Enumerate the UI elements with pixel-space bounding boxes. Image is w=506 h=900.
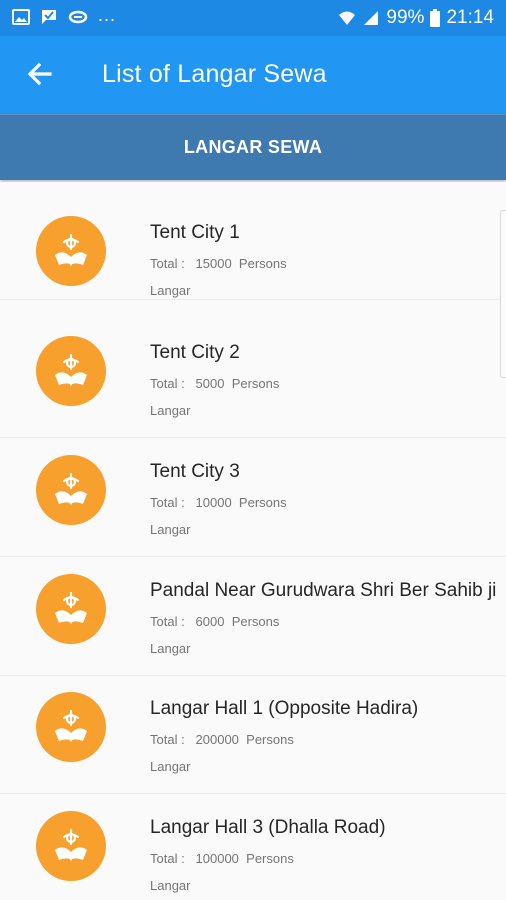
- item-title: Tent City 1: [150, 222, 240, 243]
- item-total: Total : 6000 Persons: [150, 614, 279, 629]
- list-item[interactable]: Tent City 2 Total : 5000 Persons Langar: [0, 320, 506, 438]
- notification-icons: ...: [12, 4, 117, 26]
- list-item[interactable]: Tent City 3 Total : 10000 Persons Langar: [0, 439, 506, 557]
- scrollbar-thumb[interactable]: [500, 210, 506, 378]
- item-title: Tent City 2: [150, 342, 240, 363]
- status-bar: ... 99% 21:14: [0, 0, 506, 36]
- more-notifications-indicator: ...: [98, 4, 117, 25]
- item-total: Total : 100000 Persons: [150, 851, 294, 866]
- langar-list[interactable]: Tent City 1 Total : 15000 Persons Langar…: [0, 182, 506, 900]
- section-title: LANGAR SEWA: [183, 137, 323, 157]
- item-type: Langar: [150, 759, 191, 774]
- list-item[interactable]: Langar Hall 1 (Opposite Hadira) Total : …: [0, 676, 506, 794]
- wifi-icon: [339, 11, 356, 25]
- battery-icon: [430, 9, 441, 27]
- total-unit: Persons: [246, 851, 294, 866]
- image-icon: [12, 9, 30, 25]
- total-label: Total :: [150, 495, 185, 510]
- check-message-icon: [42, 10, 56, 24]
- link-icon: [68, 10, 88, 24]
- item-title: Pandal Near Gurudwara Shri Ber Sahib ji: [150, 580, 497, 601]
- total-value: 5000: [195, 376, 225, 391]
- total-value: 6000: [195, 614, 225, 629]
- total-label: Total :: [150, 851, 185, 866]
- battery-percent: 99%: [386, 7, 425, 28]
- total-label: Total :: [150, 376, 185, 391]
- page-title: List of Langar Sewa: [102, 60, 327, 88]
- signal-icon: [364, 11, 379, 25]
- total-value: 10000: [195, 495, 232, 510]
- item-type: Langar: [150, 522, 191, 537]
- total-value: 100000: [195, 851, 239, 866]
- khanda-avatar-icon: [36, 811, 106, 881]
- khanda-avatar-icon: [36, 574, 106, 644]
- khanda-avatar-icon: [36, 216, 106, 286]
- total-unit: Persons: [246, 732, 294, 747]
- total-unit: Persons: [231, 614, 280, 629]
- app-bar: List of Langar Sewa: [0, 36, 506, 114]
- khanda-avatar-icon: [36, 336, 106, 406]
- total-label: Total :: [150, 732, 185, 747]
- total-unit: Persons: [231, 376, 280, 391]
- system-status: 99% 21:14: [338, 7, 494, 29]
- arrow-left-icon: [27, 62, 52, 86]
- khanda-avatar-icon: [36, 692, 106, 762]
- item-title: Langar Hall 1 (Opposite Hadira): [150, 698, 419, 719]
- item-total: Total : 5000 Persons: [150, 376, 279, 391]
- list-item[interactable]: Tent City 1 Total : 15000 Persons Langar: [0, 182, 506, 300]
- list-item[interactable]: Langar Hall 3 (Dhalla Road) Total : 1000…: [0, 795, 506, 900]
- total-value: 200000: [195, 732, 239, 747]
- item-type: Langar: [150, 878, 191, 893]
- clock: 21:14: [446, 7, 494, 28]
- item-total: Total : 10000 Persons: [150, 495, 287, 510]
- item-total: Total : 200000 Persons: [150, 732, 294, 747]
- total-value: 15000: [195, 256, 232, 271]
- list-item[interactable]: Pandal Near Gurudwara Shri Ber Sahib ji …: [0, 558, 506, 676]
- item-type: Langar: [150, 641, 191, 656]
- item-total: Total : 15000 Persons: [150, 256, 287, 271]
- total-label: Total :: [150, 256, 185, 271]
- item-type: Langar: [150, 283, 191, 298]
- khanda-avatar-icon: [36, 455, 106, 525]
- item-title: Tent City 3: [150, 461, 240, 482]
- back-button[interactable]: [24, 58, 56, 90]
- total-unit: Persons: [238, 256, 287, 271]
- item-type: Langar: [150, 403, 191, 418]
- total-label: Total :: [150, 614, 185, 629]
- total-unit: Persons: [238, 495, 287, 510]
- item-title: Langar Hall 3 (Dhalla Road): [150, 817, 386, 838]
- section-header: LANGAR SEWA: [0, 114, 506, 180]
